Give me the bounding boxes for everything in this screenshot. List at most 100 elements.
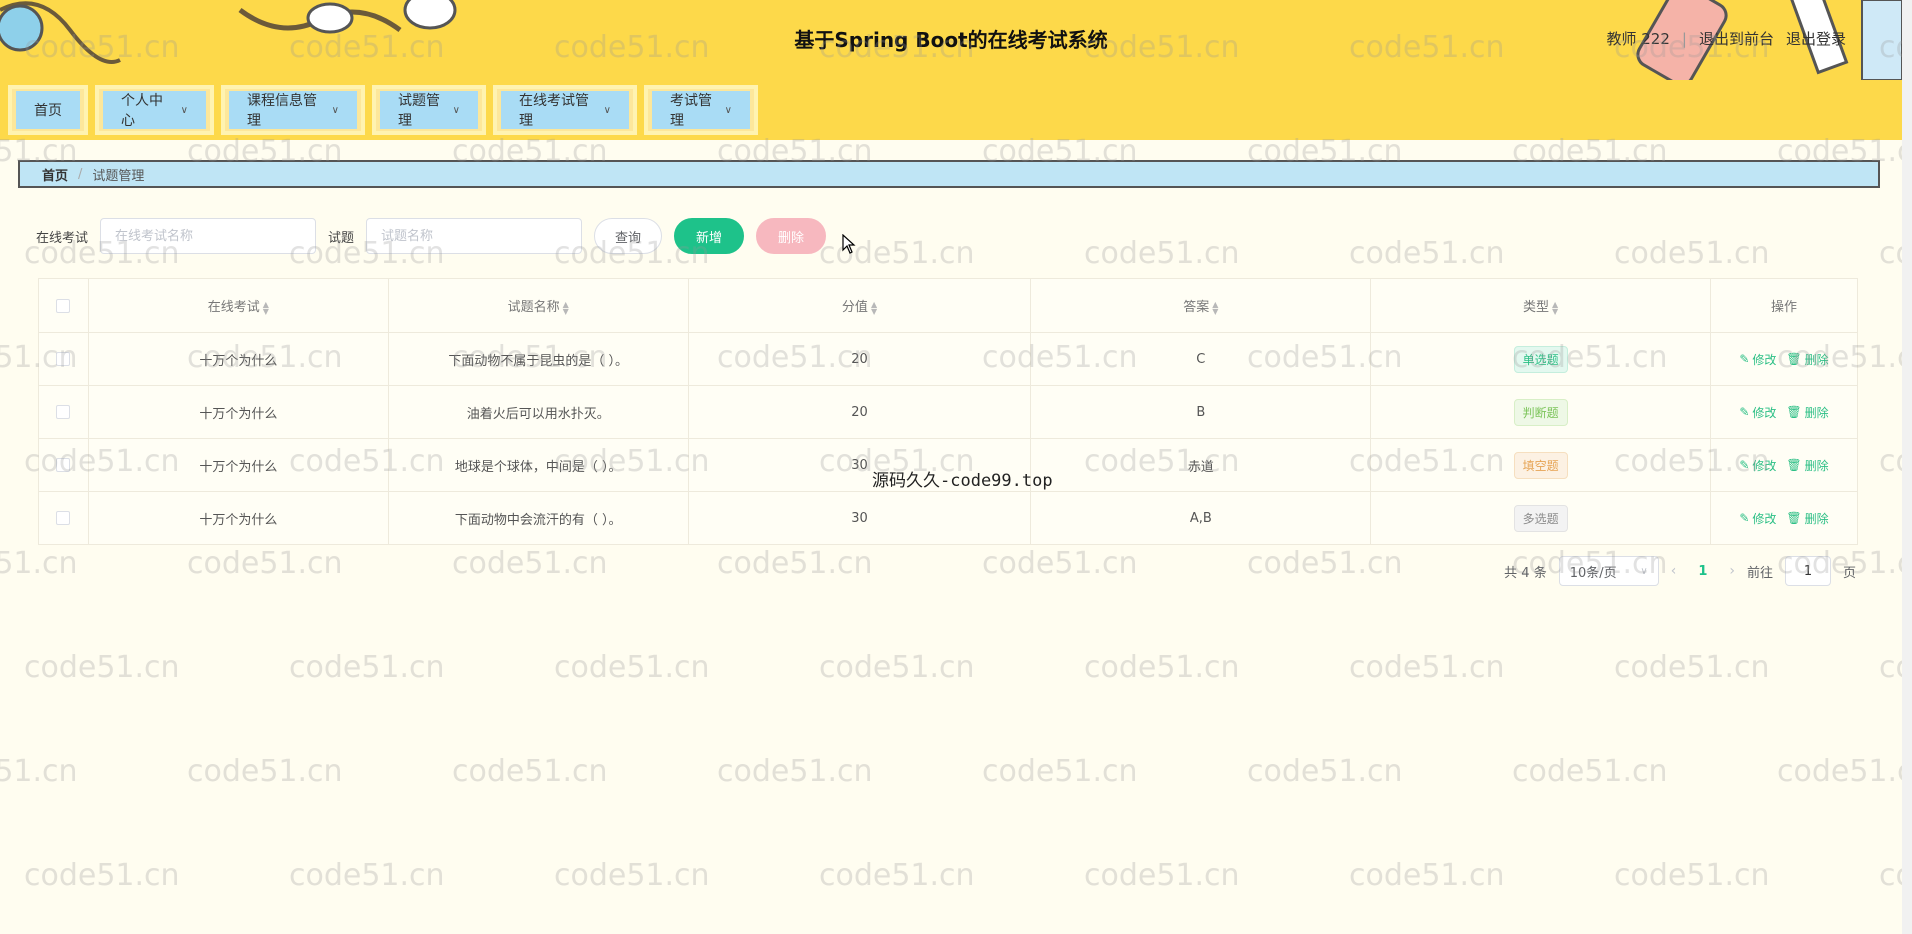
watermark-text: code51.cn [452, 546, 608, 581]
watermark-text: code51.cn [1614, 858, 1770, 893]
page-scrollbar[interactable] [1902, 0, 1912, 934]
column-header-answer[interactable]: 答案 ▲ ▼ [1030, 278, 1372, 333]
edit-icon: ✎ [1739, 511, 1750, 525]
watermark-text: code51.cn [982, 754, 1138, 789]
cell-exam: 十万个为什么 [87, 332, 389, 386]
watermark-text: code51.cn [1247, 754, 1403, 789]
goto-page-input[interactable] [1784, 556, 1831, 586]
page-number-current[interactable]: 1 [1698, 564, 1707, 579]
breadcrumb-home[interactable]: 首页 [42, 165, 68, 184]
watermark-text: code51.cn [717, 754, 873, 789]
edit-icon: ✎ [1739, 458, 1750, 472]
watermark-text: code51.cn [452, 754, 608, 789]
goto-label: 前往 [1746, 565, 1773, 581]
edit-button[interactable]: ✎ 修改 [1739, 351, 1776, 368]
pagination: 共 4 条 10条/页∨ ‹ 1 › 前往 页 [1504, 556, 1856, 586]
back-to-frontend-link[interactable]: 退出到前台 [1699, 28, 1774, 49]
nav-item-label: 首页 [34, 103, 62, 119]
sort-icon[interactable]: ▲ ▼ [1212, 300, 1218, 315]
watermark-text: code51.cn [1349, 650, 1505, 685]
cell-score: 30 [687, 491, 1032, 545]
trash-icon: 🗑 [1786, 458, 1802, 472]
watermark-text: code51.cn [1084, 858, 1240, 893]
sort-icon[interactable]: ▲ ▼ [1552, 300, 1558, 315]
watermark-text: code51.cn [1349, 236, 1505, 271]
exam-search-input[interactable] [100, 218, 317, 254]
delete-button[interactable]: 🗑 删除 [1786, 351, 1828, 368]
column-header-score[interactable]: 分值 ▲ ▼ [687, 278, 1032, 333]
edit-button[interactable]: ✎ 修改 [1739, 404, 1776, 421]
watermark-text: code51.cn [289, 650, 445, 685]
watermark-text: code51.cn [1512, 754, 1668, 789]
watermark-text: code51.cn [1247, 546, 1403, 581]
query-button[interactable]: 查询 [594, 218, 663, 254]
delete-button[interactable]: 🗑 删除 [1786, 510, 1828, 527]
exam-label: 在线考试 [36, 230, 89, 246]
row-checkbox[interactable] [56, 458, 71, 472]
trash-icon: 🗑 [1786, 511, 1802, 525]
cell-question: 油着火后可以用水扑灭。 [387, 385, 689, 439]
cell-question: 下面动物不属于昆虫的是（ ）。 [387, 332, 689, 386]
cell-exam: 十万个为什么 [87, 491, 389, 545]
cell-question: 地球是个球体，中间是（ ）。 [387, 438, 689, 492]
chevron-down-icon: ∨ [724, 104, 732, 116]
row-checkbox[interactable] [56, 352, 71, 366]
row-checkbox[interactable] [56, 405, 71, 419]
watermark-text: code51.cn [187, 546, 343, 581]
sort-icon[interactable]: ▲ ▼ [263, 300, 269, 315]
type-badge: 单选题 [1513, 345, 1568, 373]
cell-answer: C [1030, 332, 1372, 386]
select-all-checkbox[interactable] [56, 298, 71, 313]
sort-icon[interactable]: ▲ ▼ [871, 300, 877, 315]
nav-item-label: 个人中心 [121, 93, 163, 129]
sort-icon[interactable]: ▲ ▼ [563, 300, 569, 315]
user-area: 教师 222 | 退出到前台 退出登录 [1607, 28, 1847, 49]
nav-item-exam-management[interactable]: 考试管理 ∨ [644, 85, 758, 135]
mouse-cursor-icon [842, 234, 856, 254]
add-button[interactable]: 新增 [674, 218, 745, 254]
select-all-cell [38, 278, 89, 333]
chevron-down-icon: ∨ [331, 104, 339, 116]
nav-item-question-management[interactable]: 试题管理 ∨ [372, 85, 486, 135]
chevron-down-icon: ∨ [452, 104, 460, 116]
watermark-text: code51.cn [982, 546, 1138, 581]
watermark-text: code51.cn [289, 858, 445, 893]
delete-button[interactable]: 🗑 删除 [1786, 457, 1828, 474]
question-table: 在线考试 ▲ ▼ 试题名称 ▲ ▼ 分值 ▲ ▼ 答案 ▲ ▼ 类型 ▲ ▼ 操作 十万个为什么 下… [38, 278, 1858, 545]
watermark-text: code51.cn [1614, 236, 1770, 271]
column-header-actions: 操作 [1710, 278, 1858, 333]
batch-delete-button[interactable]: 删除 [756, 218, 827, 254]
cell-exam: 十万个为什么 [87, 385, 389, 439]
top-header: 基于Spring Boot的在线考试系统 教师 222 | 退出到前台 退出登录 [0, 0, 1902, 80]
column-header-exam[interactable]: 在线考试 ▲ ▼ [87, 278, 389, 333]
edit-button[interactable]: ✎ 修改 [1739, 510, 1776, 527]
watermark-text: code51.cn [1084, 650, 1240, 685]
question-search-input[interactable] [366, 218, 583, 254]
nav-item-label: 考试管理 [670, 93, 712, 129]
row-checkbox[interactable] [56, 511, 71, 525]
column-header-question[interactable]: 试题名称 ▲ ▼ [387, 278, 689, 333]
breadcrumb: 首页 / 试题管理 [18, 160, 1880, 188]
nav-item-course-management[interactable]: 课程信息管理 ∨ [221, 85, 365, 135]
watermark-text: code51.cn [24, 650, 180, 685]
delete-button[interactable]: 🗑 删除 [1786, 404, 1828, 421]
nav-item-personal-center[interactable]: 个人中心 ∨ [95, 85, 214, 135]
overlay-source-text: 源码久久-code99.top [872, 471, 1053, 491]
column-header-type[interactable]: 类型 ▲ ▼ [1370, 278, 1711, 333]
cell-exam: 十万个为什么 [87, 438, 389, 492]
table-row: 十万个为什么 下面动物中会流汗的有（ ）。 30 A,B 多选题 ✎ 修改 🗑 删除 [38, 491, 1858, 545]
breadcrumb-separator: / [78, 166, 83, 182]
nav-item-online-exam-management[interactable]: 在线考试管理 ∨ [493, 85, 637, 135]
trash-icon: 🗑 [1786, 352, 1802, 366]
type-badge: 多选题 [1513, 504, 1568, 532]
nav-item-home[interactable]: 首页 [8, 85, 88, 135]
logout-link[interactable]: 退出登录 [1786, 28, 1846, 49]
page-size-select[interactable]: 10条/页 ∨ [1558, 556, 1659, 586]
question-label: 试题 [328, 230, 355, 246]
next-page-icon[interactable]: › [1729, 563, 1735, 579]
nav-item-label: 课程信息管理 [247, 93, 317, 129]
cell-answer: A,B [1030, 491, 1372, 545]
prev-page-icon[interactable]: ‹ [1671, 563, 1677, 579]
edit-button[interactable]: ✎ 修改 [1739, 457, 1776, 474]
watermark-text: code51.cn [819, 858, 975, 893]
